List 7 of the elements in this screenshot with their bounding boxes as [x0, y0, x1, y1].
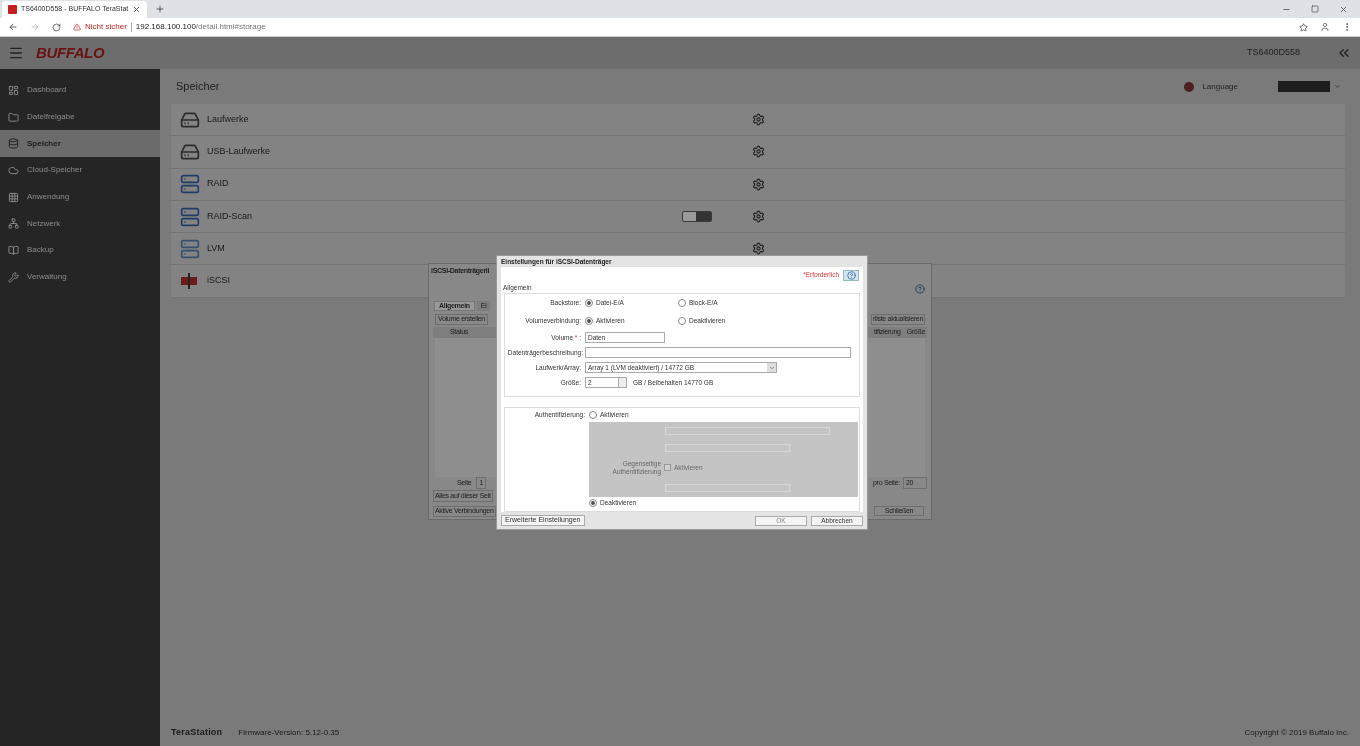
device-name: TS6400D558 — [1246, 46, 1300, 60]
logo: BUFFALO — [36, 42, 105, 63]
brand-name: TeraStation — [171, 726, 223, 740]
page-title: Speicher — [176, 79, 220, 95]
language-label: Language — [1202, 80, 1238, 93]
copyright: Copyright © 2019 Buffalo Inc. — [1244, 727, 1349, 739]
firmware-version: Firmware-Version: 5.12-0.35 — [238, 727, 340, 739]
